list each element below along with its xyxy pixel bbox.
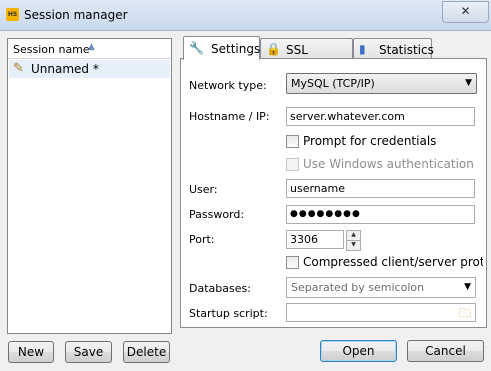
folder-open-icon[interactable]: 🗀 — [459, 304, 471, 325]
lock-icon: 🔒 — [266, 42, 281, 56]
spin-down-icon[interactable]: ▼ — [346, 240, 361, 251]
cancel-button[interactable]: Cancel — [407, 340, 484, 362]
bar-chart-icon: ▮ — [359, 42, 366, 56]
title-bar: HS Session manager ✕ — [0, 0, 491, 31]
close-button[interactable]: ✕ — [442, 1, 489, 23]
port-label: Port: — [189, 233, 215, 246]
checkbox-box — [286, 158, 299, 171]
tab-statistics[interactable]: ▮ Statistics — [353, 38, 434, 59]
sort-ascending-icon: ▲ — [88, 42, 95, 52]
network-type-value: MySQL (TCP/IP) — [291, 77, 375, 90]
new-button[interactable]: New — [8, 341, 54, 363]
databases-placeholder: Separated by semicolon — [291, 281, 425, 294]
chevron-down-icon: ▼ — [465, 78, 472, 88]
databases-combobox[interactable]: Separated by semicolon ▼ — [286, 277, 476, 298]
password-input[interactable]: ●●●●●●●● — [286, 205, 475, 224]
settings-panel: Network type: MySQL (TCP/IP) ▼ Hostname … — [180, 58, 487, 328]
startup-script-label: Startup script: — [189, 307, 268, 320]
checkbox-box[interactable] — [286, 135, 299, 148]
open-button[interactable]: Open — [320, 340, 397, 362]
session-list[interactable]: Session name ▲ ✎ Unnamed * — [7, 38, 172, 334]
app-icon: HS — [6, 8, 19, 21]
tab-ssl-options[interactable]: 🔒 SSL options — [260, 38, 353, 71]
startup-script-input[interactable] — [286, 303, 476, 322]
network-type-label: Network type: — [189, 79, 267, 92]
tab-settings-label: Settings — [211, 42, 261, 56]
compressed-protocol-label: Compressed client/server protoco — [303, 255, 483, 269]
port-input[interactable]: 3306 — [286, 230, 344, 249]
delete-button[interactable]: Delete — [123, 341, 170, 363]
prompt-credentials-label: Prompt for credentials — [303, 134, 437, 148]
network-type-select[interactable]: MySQL (TCP/IP) ▼ — [286, 73, 477, 94]
save-button[interactable]: Save — [65, 341, 112, 363]
user-label: User: — [189, 183, 218, 196]
session-plug-icon: ✎ — [13, 61, 24, 76]
password-label: Password: — [189, 208, 245, 221]
windows-auth-label: Use Windows authentication — [303, 157, 474, 171]
checkbox-box[interactable] — [286, 256, 299, 269]
column-header-session-name[interactable]: Session name — [13, 43, 90, 56]
user-input[interactable]: username — [286, 179, 475, 198]
databases-label: Databases: — [189, 282, 251, 295]
chevron-down-icon: ▼ — [464, 282, 471, 292]
hostname-label: Hostname / IP: — [189, 110, 270, 123]
wrench-icon: 🔧 — [189, 41, 204, 55]
session-item-label: Unnamed * — [31, 62, 99, 76]
hostname-input[interactable]: server.whatever.com — [286, 107, 475, 126]
window-title: Session manager — [24, 8, 128, 22]
list-item[interactable]: ✎ Unnamed * — [9, 60, 170, 78]
tab-settings[interactable]: 🔧 Settings — [183, 36, 260, 60]
port-spinner[interactable]: ▲ ▼ — [346, 230, 361, 251]
tab-statistics-label: Statistics — [379, 43, 434, 57]
session-list-header[interactable]: Session name ▲ — [8, 39, 171, 59]
